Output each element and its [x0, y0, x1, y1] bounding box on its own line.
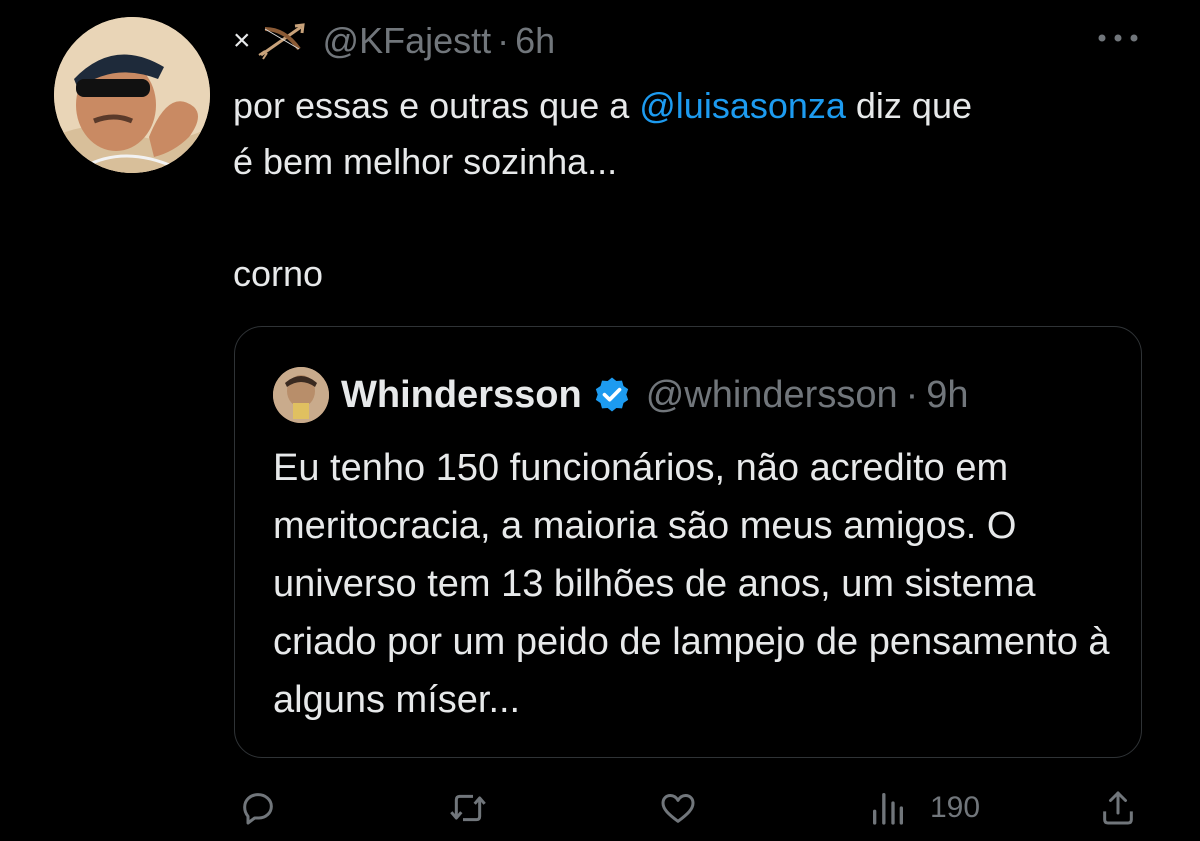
quoted-tweet[interactable]: Whindersson @whindersson · 9h Eu tenho 1…	[234, 326, 1142, 758]
like-button[interactable]	[658, 788, 698, 828]
verified-badge-icon	[595, 377, 628, 412]
separator-dot: ·	[497, 20, 510, 61]
author-handle[interactable]: @KFajestt	[323, 20, 492, 62]
quoted-tweet-text: Eu tenho 150 funcionários, não acredito …	[273, 447, 1110, 721]
quoted-author-name[interactable]: Whindersson	[341, 374, 582, 417]
heart-icon	[661, 794, 695, 823]
tweet-text: por essas e outras que a @luisasonza diz…	[233, 78, 1163, 302]
views-count: 190	[930, 791, 981, 824]
views-icon	[873, 793, 903, 825]
tweet-actions: 190	[0, 770, 1200, 840]
reply-button[interactable]	[238, 788, 278, 828]
tweet-header: × @KFajestt · 6h	[233, 20, 555, 62]
more-horizontal-icon[interactable]	[1096, 28, 1140, 48]
tweet-text-part: por essas e outras que a	[233, 85, 640, 126]
tweet-time[interactable]: 6h	[515, 20, 555, 62]
avatar-photo	[54, 17, 210, 173]
views-button[interactable]: 190	[868, 788, 980, 828]
separator-dot: ·	[905, 373, 919, 416]
prefix-symbol: ×	[233, 24, 251, 57]
author-avatar[interactable]	[54, 17, 210, 173]
quoted-tweet-time[interactable]: 9h	[926, 374, 968, 417]
share-button[interactable]	[1098, 788, 1138, 828]
mention-link[interactable]: @luisasonza	[639, 85, 846, 126]
quoted-tweet-header: Whindersson @whindersson · 9h	[341, 369, 969, 421]
bow-and-arrow-icon	[257, 23, 305, 60]
share-icon	[1103, 791, 1133, 825]
retweet-button[interactable]	[448, 788, 488, 828]
quoted-avatar-photo	[273, 367, 329, 423]
quoted-author-handle[interactable]: @whindersson	[646, 374, 898, 417]
retweet-icon	[450, 794, 486, 822]
quoted-author-avatar[interactable]	[273, 367, 329, 423]
reply-icon	[243, 793, 273, 825]
